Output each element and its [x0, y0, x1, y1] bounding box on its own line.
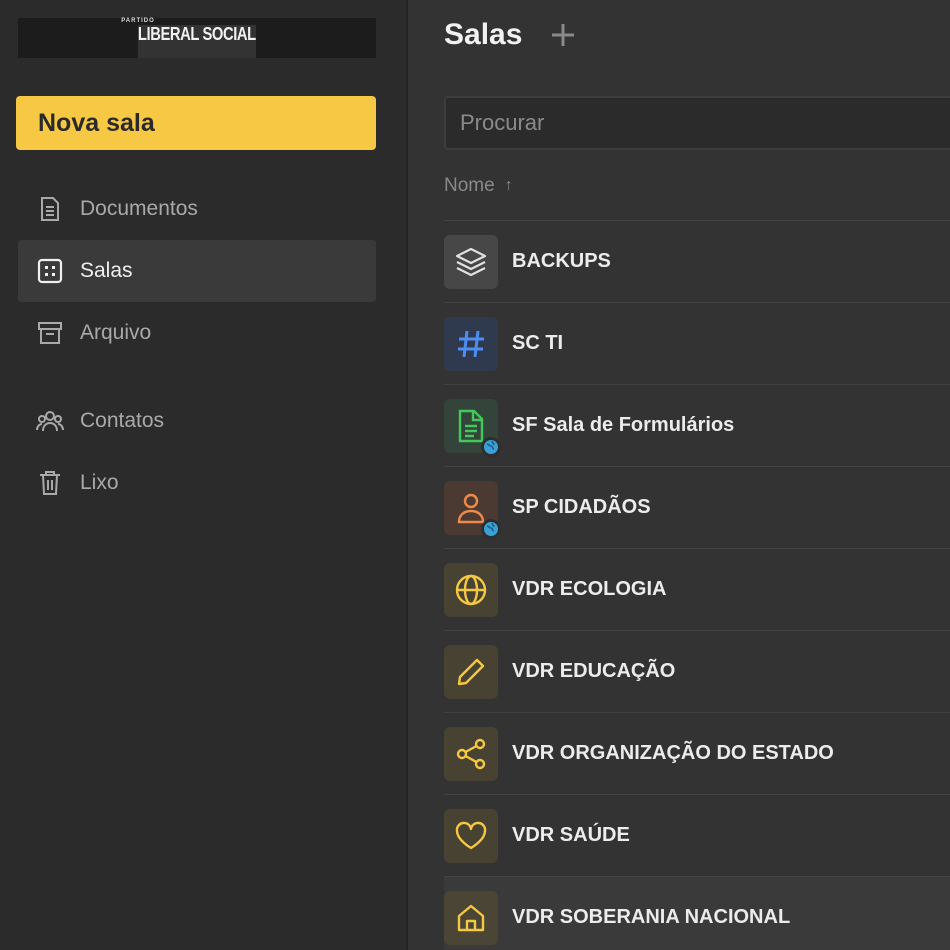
main-content: Salas Nome ↑ BACKUPS: [408, 0, 950, 950]
plus-icon: [552, 24, 575, 46]
form-document-icon: [444, 398, 501, 457]
sidebar-item-label: Arquivo: [80, 321, 152, 344]
trash-icon: [36, 469, 64, 497]
room-row-sf-sala-de-formularios[interactable]: SF Sala de Formulários: [444, 384, 950, 466]
column-header-label: Nome: [444, 175, 495, 196]
room-row-vdr-saude[interactable]: VDR SAÚDE: [444, 794, 950, 876]
sidebar-item-lixo[interactable]: Lixo: [18, 452, 376, 514]
sort-ascending-icon: ↑: [504, 177, 513, 194]
room-row-vdr-organizacao-do-estado[interactable]: VDR ORGANIZAÇÃO DO ESTADO: [444, 712, 950, 794]
room-row-sp-cidadaos[interactable]: SP CIDADÃOS: [444, 466, 950, 548]
sidebar-item-label: Contatos: [80, 409, 165, 432]
public-globe-icon: [481, 436, 501, 457]
sidebar-item-salas[interactable]: Salas: [18, 240, 376, 302]
room-row-sc-ti[interactable]: SC TI: [444, 302, 950, 384]
pencil-icon: [444, 644, 498, 699]
globe-icon: [444, 562, 498, 617]
layers-icon: [444, 234, 498, 289]
room-name: VDR SOBERANIA NACIONAL: [512, 906, 791, 928]
sidebar: PARTIDO LIBERAL SOCIAL Nova sala Documen…: [0, 0, 408, 950]
hash-icon: [444, 316, 498, 371]
app-window: PARTIDO LIBERAL SOCIAL Nova sala Documen…: [0, 0, 950, 950]
sidebar-item-arquivo[interactable]: Arquivo: [18, 302, 376, 364]
room-row-backups[interactable]: BACKUPS: [444, 220, 950, 302]
room-name: SF Sala de Formulários: [512, 414, 735, 436]
search-input[interactable]: [444, 96, 950, 150]
room-name: BACKUPS: [512, 250, 611, 272]
sidebar-item-contatos[interactable]: Contatos: [18, 390, 376, 452]
room-row-vdr-ecologia[interactable]: VDR ECOLOGIA: [444, 548, 950, 630]
contacts-icon: [36, 407, 64, 435]
home-icon: [444, 890, 498, 945]
person-icon: [444, 480, 501, 539]
room-name: VDR SAÚDE: [512, 824, 630, 846]
rooms-grid-icon: [36, 257, 64, 285]
title-row: Salas: [444, 18, 578, 52]
room-name: VDR ORGANIZAÇÃO DO ESTADO: [512, 742, 834, 764]
public-globe-icon: [481, 518, 501, 539]
page-title: Salas: [444, 18, 523, 51]
heart-icon: [444, 808, 498, 863]
logo-main-text: LIBERAL SOCIAL: [138, 25, 256, 58]
sidebar-item-label: Documentos: [80, 197, 198, 220]
sidebar-item-label: Lixo: [80, 471, 119, 494]
sidebar-nav: Documentos Salas Arquivo Contatos Lixo: [18, 178, 376, 514]
room-name: VDR ECOLOGIA: [512, 578, 667, 600]
sidebar-item-documentos[interactable]: Documentos: [18, 178, 376, 240]
rooms-list: BACKUPS SC TI SF Sala de Formulários SP …: [444, 220, 950, 950]
logo: PARTIDO LIBERAL SOCIAL: [18, 18, 376, 58]
archive-icon: [36, 319, 64, 347]
room-name: VDR EDUCAÇÃO: [512, 660, 676, 682]
room-row-vdr-soberania-nacional[interactable]: VDR SOBERANIA NACIONAL: [444, 876, 950, 950]
add-room-button[interactable]: [548, 20, 578, 50]
room-row-vdr-educacao[interactable]: VDR EDUCAÇÃO: [444, 630, 950, 712]
room-name: SC TI: [512, 332, 564, 354]
share-icon: [444, 726, 498, 781]
column-header-name[interactable]: Nome ↑: [444, 175, 513, 197]
new-room-button[interactable]: Nova sala: [16, 96, 376, 150]
sidebar-item-label: Salas: [80, 259, 133, 282]
room-name: SP CIDADÃOS: [512, 496, 651, 518]
document-icon: [36, 195, 64, 223]
